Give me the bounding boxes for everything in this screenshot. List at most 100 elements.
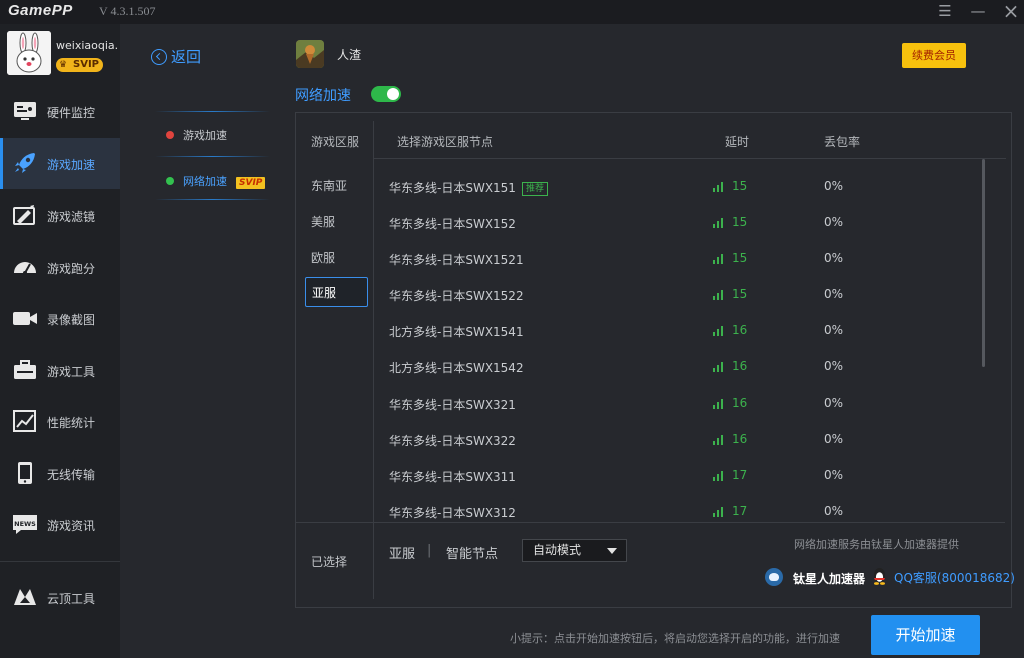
node-list: 华东多线-日本SWX151 推荐 15 0% 华东多线-日本SWX152 15 0…: [374, 159, 1006, 519]
latency-value: 15: [732, 251, 748, 265]
signal-icon: [713, 507, 725, 517]
node-name: 华东多线-日本SWX1522: [389, 289, 524, 303]
app-logo: GamePP: [8, 2, 73, 19]
node-name: 北方多线-日本SWX1542: [389, 361, 524, 375]
column-header-latency: 延时: [725, 135, 750, 149]
tip-text: 小提示：点击开始加速按钮后，将启动您选择开启的功能，进行加速: [510, 632, 840, 645]
provider-notice: 网络加速服务由钛星人加速器提供: [794, 538, 959, 551]
renew-membership-button[interactable]: 续费会员: [902, 43, 966, 68]
status-dot: [166, 177, 174, 185]
sidebar-item-record-screenshot[interactable]: 录像截图: [0, 293, 120, 344]
region-eu[interactable]: 欧服: [305, 243, 368, 273]
sidebar-item-label: 硬件监控: [47, 106, 96, 120]
region-asia[interactable]: 亚服: [305, 277, 368, 307]
latency-value: 16: [732, 396, 748, 410]
packet-loss-value: 0%: [824, 359, 844, 373]
packet-loss-value: 0%: [824, 251, 844, 265]
game-icon: [296, 40, 324, 68]
qq-penguin-icon: [874, 568, 885, 585]
table-row[interactable]: 华东多线-日本SWX1521 15 0%: [374, 240, 974, 276]
game-name: 人渣: [337, 48, 362, 62]
start-boost-button[interactable]: 开始加速: [871, 615, 980, 655]
title-bar: GamePP V 4.3.1.507 ☰ — ×: [0, 0, 1024, 24]
selected-label: 已选择: [311, 555, 348, 569]
region-header: 游戏区服: [311, 135, 360, 149]
menu-icon[interactable]: ☰: [930, 0, 960, 24]
close-icon[interactable]: ×: [996, 0, 1024, 24]
status-dot: [166, 131, 174, 139]
region-us[interactable]: 美服: [305, 207, 368, 237]
mode-select[interactable]: 自动模式: [522, 539, 627, 562]
avatar[interactable]: [7, 31, 51, 75]
table-row[interactable]: 华东多线-日本SWX322 16 0%: [374, 421, 974, 457]
column-header-loss: 丢包率: [824, 135, 861, 149]
sidebar-item-game-filter[interactable]: 游戏滤镜: [0, 190, 120, 241]
provider-name: 钛星人加速器: [793, 572, 866, 586]
bottom-divider: [296, 522, 1005, 523]
sidebar-item-game-boost[interactable]: 游戏加速: [0, 138, 120, 189]
sidebar: weixiaoqia... ♛SVIP 硬件监控 游戏加速 游戏滤镜: [0, 24, 120, 658]
signal-icon: [713, 399, 725, 409]
packet-loss-value: 0%: [824, 323, 844, 337]
table-row[interactable]: 华东多线-日本SWX312 17 0%: [374, 493, 974, 519]
performance-chart-icon: [13, 410, 36, 432]
latency-value: 16: [732, 359, 748, 373]
sidebar-item-game-tools[interactable]: 游戏工具: [0, 345, 120, 396]
sidebar-item-performance-stats[interactable]: 性能统计: [0, 396, 120, 447]
packet-loss-value: 0%: [824, 504, 844, 518]
table-row[interactable]: 华东多线-日本SWX321 16 0%: [374, 385, 974, 421]
sidebar-item-label: 游戏滤镜: [47, 210, 96, 224]
signal-icon: [713, 362, 725, 372]
sidebar-item-label: 无线传输: [47, 468, 96, 482]
rocket-icon: [15, 153, 35, 173]
recommended-badge: 推荐: [521, 182, 548, 196]
sidebar-item-label: 录像截图: [47, 313, 96, 327]
table-row[interactable]: 华东多线-日本SWX311 17 0%: [374, 457, 974, 493]
column-header-node: 选择游戏区服节点: [397, 135, 494, 149]
subnav-divider: [155, 111, 270, 112]
provider-logo-icon: [765, 568, 783, 586]
qq-service-link[interactable]: QQ客服(800018682): [894, 569, 1015, 586]
node-name: 华东多线-日本SWX151 推荐: [389, 179, 548, 196]
sidebar-item-hardware-monitor[interactable]: 硬件监控: [0, 86, 120, 137]
network-boost-toggle[interactable]: [371, 86, 401, 102]
sidebar-item-benchmark[interactable]: 游戏跑分: [0, 242, 120, 293]
sidebar-item-game-news[interactable]: NEWS 游戏资讯: [0, 499, 120, 550]
table-row[interactable]: 北方多线-日本SWX1542 16 0%: [374, 348, 974, 384]
sidebar-item-cloud-top-tools[interactable]: 云顶工具: [0, 572, 120, 623]
user-profile[interactable]: weixiaoqia... ♛SVIP: [0, 24, 120, 86]
latency-value: 17: [732, 468, 748, 482]
packet-loss-value: 0%: [824, 396, 844, 410]
subnav-item-game-boost[interactable]: 游戏加速: [166, 127, 227, 143]
signal-icon: [713, 326, 725, 336]
phone-icon: [18, 462, 32, 484]
network-boost-label: 网络加速: [295, 88, 351, 104]
crown-icon: ♛: [59, 60, 68, 70]
signal-icon: [713, 218, 725, 228]
latency-value: 15: [732, 287, 748, 301]
region-southeast-asia[interactable]: 东南亚: [305, 171, 368, 201]
table-row[interactable]: 华东多线-日本SWX1522 15 0%: [374, 276, 974, 312]
table-row[interactable]: 华东多线-日本SWX152 15 0%: [374, 204, 974, 240]
table-row[interactable]: 北方多线-日本SWX1541 16 0%: [374, 312, 974, 348]
username: weixiaoqia...: [56, 39, 118, 52]
node-name: 华东多线-日本SWX322: [389, 434, 516, 448]
latency-value: 15: [732, 215, 748, 229]
latency-value: 16: [732, 432, 748, 446]
node-name: 华东多线-日本SWX152: [389, 217, 516, 231]
hardware-monitor-icon: [14, 102, 36, 120]
subnav-divider: [155, 199, 270, 200]
sidebar-item-wireless-transfer[interactable]: 无线传输: [0, 448, 120, 499]
back-button[interactable]: 返回: [151, 46, 201, 67]
filter-icon: [13, 205, 35, 225]
packet-loss-value: 0%: [824, 179, 844, 193]
news-icon: NEWS: [13, 515, 37, 534]
sidebar-item-label: 云顶工具: [47, 592, 96, 606]
subnav-item-network-boost[interactable]: 网络加速 SVIP: [166, 173, 266, 189]
selection-separator: |: [427, 543, 432, 558]
table-row[interactable]: 华东多线-日本SWX151 推荐 15 0%: [374, 168, 974, 204]
minimize-icon[interactable]: —: [963, 0, 993, 24]
list-scrollbar[interactable]: [982, 159, 985, 367]
node-name: 华东多线-日本SWX311: [389, 470, 516, 484]
toolbox-icon: [14, 360, 36, 379]
